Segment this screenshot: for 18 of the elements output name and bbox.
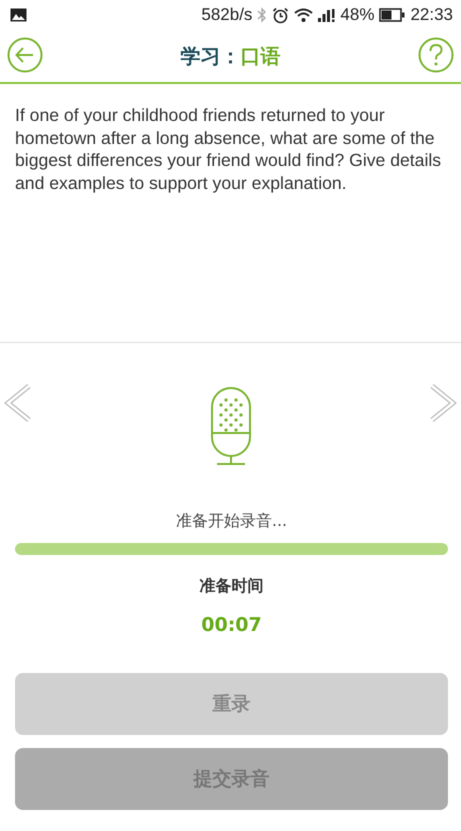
timer-label: 准备时间: [198, 576, 264, 597]
countdown-timer: 00:07: [200, 614, 263, 636]
network-speed: 582b/s: [201, 5, 252, 25]
help-button[interactable]: [418, 36, 454, 76]
signal-icon: [318, 8, 336, 22]
question-text: If one of your childhood friends returned to your hometown after a long absence, what are some of the biggest differences your friend would find? Give details and examples to support your explanation.: [15, 104, 442, 194]
recording-status: 准备开始录音...: [174, 511, 288, 532]
battery-icon: [379, 8, 406, 22]
image-icon: [10, 8, 27, 22]
clock-time: 22:33: [410, 5, 453, 25]
alarm-icon: [272, 6, 290, 24]
wifi-icon: [294, 8, 314, 22]
back-button[interactable]: [7, 36, 43, 76]
battery-percentage: 48%: [340, 5, 374, 25]
page-title: 学习：: [180, 42, 240, 70]
subject-title: 口语: [240, 42, 280, 70]
microphone-icon: [210, 387, 252, 467]
bluetooth-icon: [257, 7, 268, 23]
